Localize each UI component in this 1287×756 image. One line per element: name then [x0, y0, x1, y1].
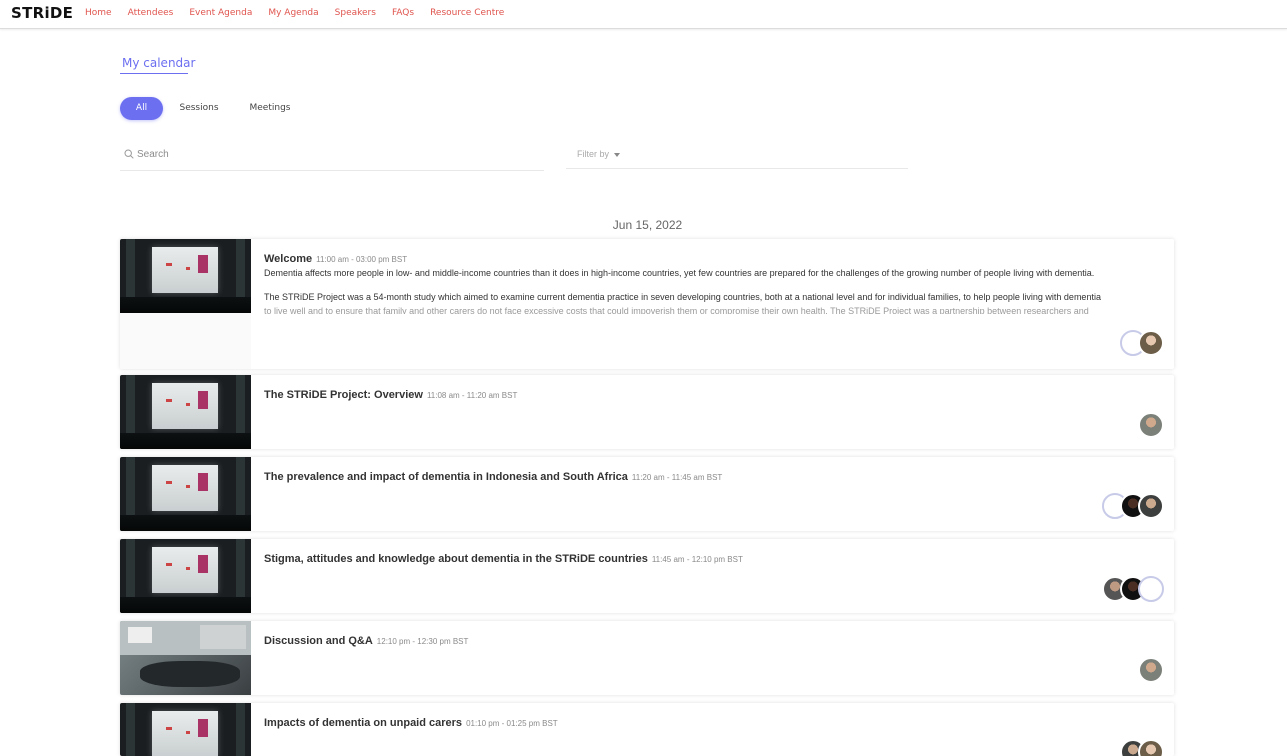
- session-time: 12:10 pm - 12:30 pm BST: [376, 637, 469, 646]
- date-header: Jun 15, 2022: [612, 218, 683, 232]
- stride-logo[interactable]: STRiDE: [11, 4, 73, 22]
- avatar[interactable]: [1138, 657, 1164, 683]
- session-description: to live well and to ensure that family a…: [264, 306, 1089, 314]
- session-title[interactable]: Stigma, attitudes and knowledge about de…: [264, 553, 648, 565]
- speaker-avatars: [1120, 330, 1164, 356]
- session-description: The STRiDE Project was a 54-month study …: [264, 292, 1101, 302]
- active-tab-underline: [120, 73, 188, 74]
- speaker-avatars: [1120, 739, 1164, 756]
- speaker-avatars: [1102, 576, 1164, 602]
- avatar[interactable]: [1138, 412, 1164, 438]
- session-title[interactable]: The prevalence and impact of dementia in…: [264, 471, 628, 483]
- filter-label: Filter by: [577, 149, 610, 159]
- session-title[interactable]: Discussion and Q&A: [264, 635, 373, 647]
- session-time: 01:10 pm - 01:25 pm BST: [466, 719, 558, 728]
- session-card[interactable]: The STRiDE Project: Overview 11:08 am - 1…: [120, 375, 1174, 449]
- session-title[interactable]: Welcome: [264, 253, 312, 265]
- filter-dropdown[interactable]: Filter by: [566, 142, 908, 169]
- session-time: 11:45 am - 12:10 pm BST: [651, 555, 743, 564]
- search-placeholder: Search: [137, 149, 169, 160]
- avatar[interactable]: [1138, 576, 1164, 602]
- session-card[interactable]: The prevalence and impact of dementia in…: [120, 457, 1174, 531]
- search-input[interactable]: Search: [120, 142, 544, 171]
- session-description: Dementia affects more people in low- and…: [264, 268, 1095, 278]
- session-thumbnail: [120, 621, 251, 695]
- avatar[interactable]: [1138, 330, 1164, 356]
- session-thumbnail: [120, 239, 251, 313]
- speaker-avatars: [1138, 657, 1164, 683]
- nav-resource-centre[interactable]: Resource Centre: [430, 8, 504, 18]
- tab-meetings[interactable]: Meetings: [242, 97, 298, 120]
- tab-all[interactable]: All: [120, 97, 163, 120]
- session-card[interactable]: Stigma, attitudes and knowledge about de…: [120, 539, 1174, 613]
- session-time: 11:08 am - 11:20 am BST: [426, 391, 518, 400]
- nav-links: Home Attendees Event Agenda My Agenda Sp…: [85, 8, 520, 18]
- session-thumbnail: [120, 703, 251, 756]
- nav-faqs[interactable]: FAQs: [392, 8, 414, 18]
- session-card[interactable]: Welcome 11:00 am - 03:00 pm BST Dementia …: [120, 239, 1174, 369]
- tab-sessions[interactable]: Sessions: [172, 97, 226, 120]
- session-card[interactable]: Impacts of dementia on unpaid carers 01:1…: [120, 703, 1174, 756]
- nav-home[interactable]: Home: [85, 8, 112, 18]
- session-thumbnail: [120, 539, 251, 613]
- session-time: 11:20 am - 11:45 am BST: [631, 473, 723, 482]
- session-time: 11:00 am - 03:00 pm BST: [316, 255, 408, 264]
- top-navbar: STRiDE Home Attendees Event Agenda My Ag…: [0, 0, 1287, 29]
- nav-event-agenda[interactable]: Event Agenda: [189, 8, 252, 18]
- search-icon: [124, 149, 134, 159]
- my-calendar-tab[interactable]: My calendar: [122, 56, 195, 70]
- avatar[interactable]: [1138, 739, 1164, 756]
- session-title[interactable]: Impacts of dementia on unpaid carers: [264, 717, 462, 729]
- session-thumbnail: [120, 457, 251, 531]
- nav-attendees[interactable]: Attendees: [128, 8, 174, 18]
- session-title[interactable]: The STRiDE Project: Overview: [264, 389, 423, 401]
- nav-speakers[interactable]: Speakers: [335, 8, 376, 18]
- nav-my-agenda[interactable]: My Agenda: [268, 8, 318, 18]
- speaker-avatars: [1138, 412, 1164, 438]
- speaker-avatars: [1102, 493, 1164, 519]
- avatar[interactable]: [1138, 493, 1164, 519]
- session-thumbnail: [120, 375, 251, 449]
- session-card[interactable]: Discussion and Q&A 12:10 pm - 12:30 pm BS…: [120, 621, 1174, 695]
- caret-down-icon: [614, 153, 620, 157]
